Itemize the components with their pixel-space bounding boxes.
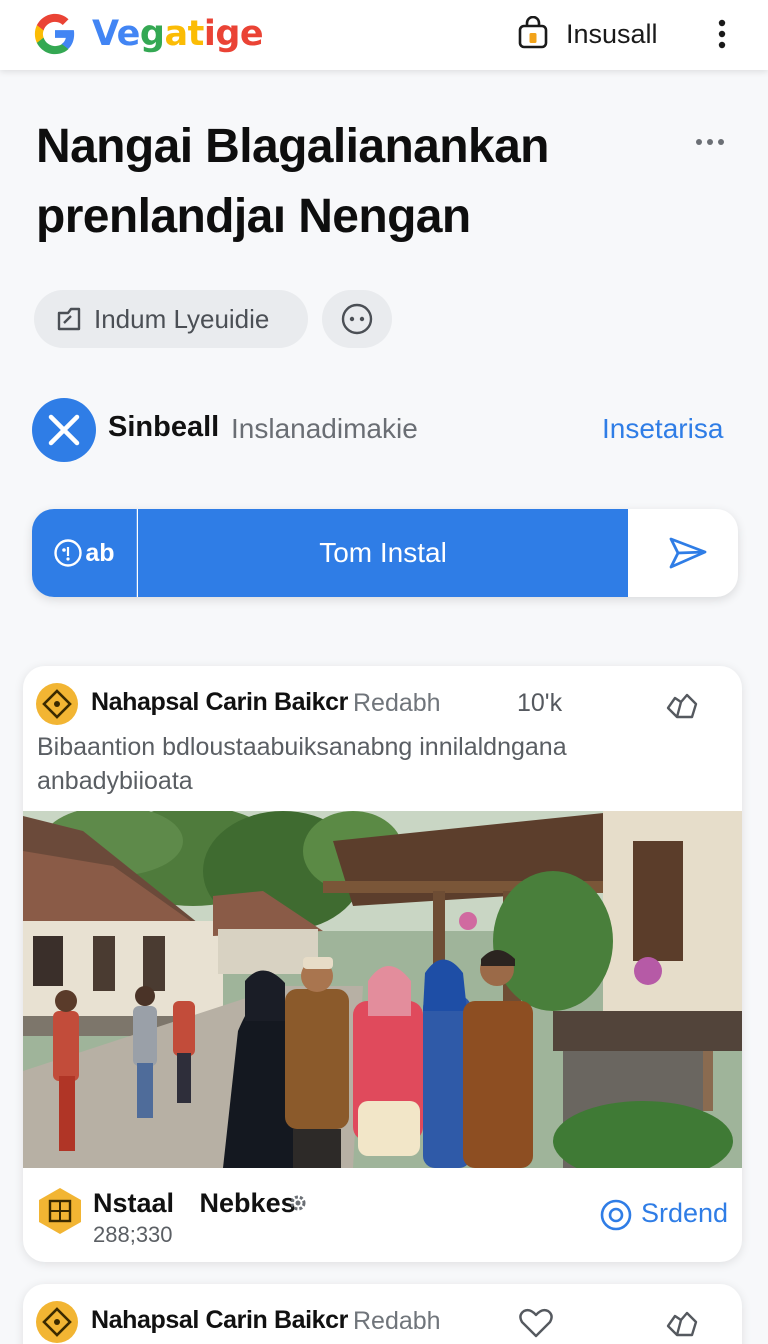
action-bar: ab Tom Instal — [32, 509, 738, 597]
google-logo-icon — [34, 13, 75, 55]
install-button[interactable]: Insusall — [566, 17, 658, 51]
more-horizontal-icon[interactable] — [690, 130, 730, 154]
category-chip-label: Indum Lyeuidie — [94, 303, 270, 334]
page-title: Nangai Blagalianankan prenlandjaı Nengan — [36, 120, 550, 243]
more-vertical-icon[interactable] — [708, 14, 736, 54]
post-photo[interactable] — [23, 811, 742, 1168]
post-author-sub: Redabh — [353, 689, 441, 717]
target-send-icon[interactable] — [599, 1198, 633, 1232]
heart-icon[interactable] — [517, 1306, 555, 1340]
gear-icon — [290, 1195, 306, 1211]
post-card[interactable]: Nahapsal Carin Baikcr Redabh — [23, 1284, 742, 1344]
send-button[interactable]: Srdend — [641, 1198, 728, 1229]
village-photo-illustration — [23, 811, 742, 1168]
category-chip[interactable]: Indum Lyeuidie — [34, 290, 308, 348]
smiley-icon — [341, 303, 373, 335]
tag-icon — [57, 307, 81, 331]
send-icon[interactable] — [668, 535, 708, 571]
app-top-bar: Vegatige Insusall — [0, 0, 768, 70]
post-card[interactable]: Nahapsal Carin Baikcr Redabh 10'k Bibaan… — [23, 666, 742, 1262]
share-icon[interactable] — [665, 690, 699, 722]
post-description: Bibaantion bdloustaabuiksanabng innilald… — [37, 733, 567, 795]
source-avatar[interactable] — [32, 398, 96, 462]
post-footer-title: Nstaal Nebkes — [93, 1188, 296, 1218]
brand-name: Vegatige — [92, 14, 264, 54]
face-icon — [54, 539, 83, 567]
cube-badge-icon — [39, 1188, 81, 1234]
post-view-count: 10'k — [517, 689, 563, 717]
diamond-badge-icon — [36, 683, 78, 725]
close-x-icon — [48, 414, 80, 446]
follow-link[interactable]: Insetarisa — [602, 413, 723, 445]
source-name[interactable]: Sinbeall — [108, 411, 219, 444]
share-icon[interactable] — [665, 1308, 699, 1340]
post-footer-count: 288;330 — [93, 1222, 173, 1247]
post-author[interactable]: Nahapsal Carin Baikcr — [91, 1306, 348, 1335]
shopping-bag-icon[interactable] — [516, 16, 550, 50]
reaction-chip[interactable] — [322, 290, 392, 348]
install-primary-button[interactable]: Tom Instal — [138, 509, 628, 597]
post-author-sub: Redabh — [353, 1307, 441, 1335]
ab-button[interactable]: ab — [32, 509, 137, 597]
post-author[interactable]: Nahapsal Carin Baikcr — [91, 688, 348, 717]
source-subtitle: Inslanadimakie — [231, 413, 418, 444]
diamond-badge-icon — [36, 1301, 78, 1343]
